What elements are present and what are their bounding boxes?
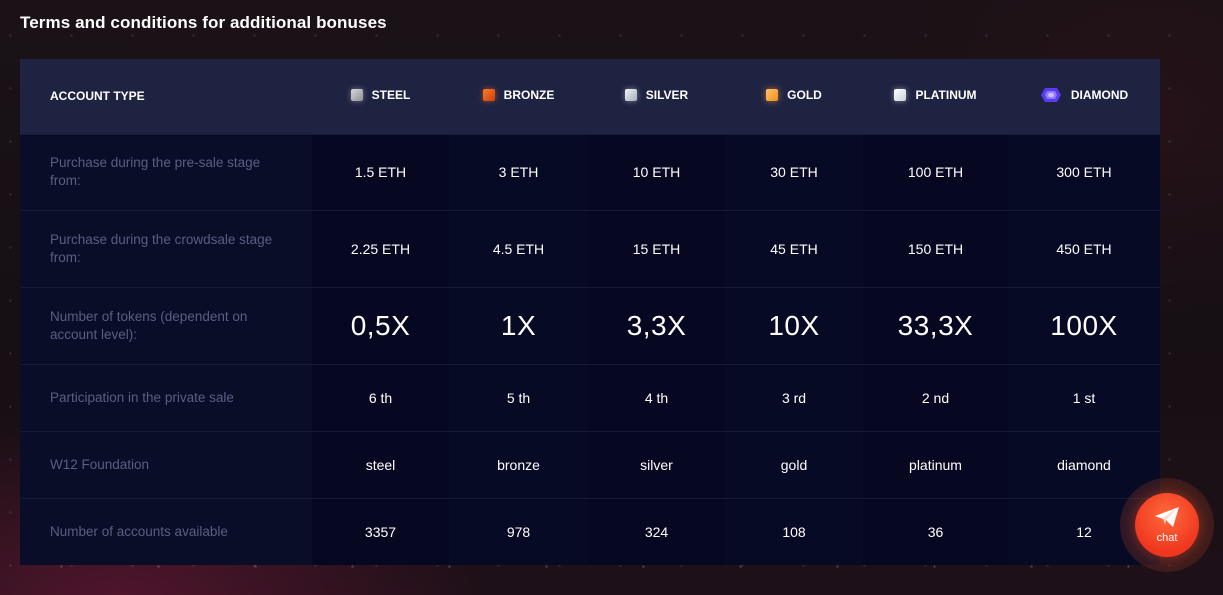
tier-header-gold: GOLD: [725, 59, 863, 134]
table-row: Number of accounts available 3357 978 32…: [20, 498, 1160, 565]
tier-header-steel: STEEL: [312, 59, 449, 134]
platinum-chip-icon: [894, 89, 907, 102]
gold-chip-icon: [766, 89, 779, 102]
tier-header-diamond: DIAMOND: [1008, 59, 1160, 134]
table-cell: 300 ETH: [1056, 164, 1112, 181]
table-cell: 4.5 ETH: [492, 240, 545, 257]
paper-plane-icon: [1154, 506, 1180, 531]
tier-header-label: BRONZE: [503, 88, 555, 103]
table-row: Number of tokens (dependent on account l…: [20, 287, 1160, 365]
row-label: W12 Foundation: [20, 431, 312, 499]
table-cell: 0,5X: [312, 287, 449, 365]
table-cell: 2.25 ETH: [312, 210, 449, 288]
table-cell: gold: [780, 457, 808, 474]
steel-chip-icon: [350, 89, 363, 102]
row-label: Participation in the private sale: [20, 364, 312, 432]
tier-header-label: STEEL: [371, 88, 411, 103]
bronze-chip-icon: [482, 89, 495, 102]
table-cell: 6 th: [312, 364, 449, 432]
table-cell: 150 ETH: [863, 210, 1008, 288]
table-cell: steel: [312, 431, 449, 499]
table-cell: 324: [588, 498, 725, 565]
table-cell: 10X: [768, 309, 820, 341]
page-title: Terms and conditions for additional bonu…: [20, 13, 387, 32]
table-row: W12 Foundation steel bronze silver gold …: [20, 431, 1160, 499]
row-label: Number of accounts available: [20, 498, 312, 565]
table-row: Purchase during the pre-sale stage from:…: [20, 134, 1160, 211]
table-cell: 4 th: [588, 364, 725, 432]
tier-header-label: GOLD: [787, 88, 822, 103]
table-cell: 10 ETH: [588, 134, 725, 211]
table-cell: 45 ETH: [770, 240, 818, 257]
table-cell: 1.5 ETH: [312, 134, 449, 211]
table-cell: 100 ETH: [863, 134, 1008, 211]
row-label: Number of tokens (dependent on account l…: [20, 287, 312, 365]
silver-chip-icon: [624, 89, 637, 102]
table-cell: 15 ETH: [588, 210, 725, 288]
chat-button[interactable]: chat: [1135, 493, 1199, 557]
table-cell: silver: [588, 431, 725, 499]
tier-header-label: SILVER: [645, 88, 689, 103]
table-cell: 108: [782, 524, 806, 541]
table-cell: 2 nd: [863, 364, 1008, 432]
tier-header-label: DIAMOND: [1070, 87, 1129, 102]
table-cell: bronze: [497, 457, 540, 474]
tier-header-platinum: PLATINUM: [863, 59, 1008, 134]
table-cell: 1X: [500, 309, 537, 341]
table-cell: 5 th: [506, 390, 531, 407]
table-cell: 3,3X: [588, 287, 725, 365]
table-cell: 3 ETH: [498, 164, 539, 181]
table-cell: 30 ETH: [770, 164, 818, 181]
account-type-header: ACCOUNT TYPE: [50, 89, 145, 104]
table-row: Purchase during the crowdsale stage from…: [20, 210, 1160, 288]
chat-label: chat: [1156, 532, 1178, 544]
table-cell: 33,3X: [863, 287, 1008, 365]
table-cell: 1 st: [1072, 390, 1096, 407]
table-header-row: ACCOUNT TYPE STEEL BRONZE SILVER GOLD PL…: [20, 59, 1160, 134]
table-cell: 3 rd: [781, 390, 807, 407]
row-label: Purchase during the pre-sale stage from:: [20, 134, 312, 211]
tier-header-silver: SILVER: [588, 59, 725, 134]
tier-header-label: PLATINUM: [915, 88, 977, 103]
table-cell: 36: [863, 498, 1008, 565]
bonus-terms-table: ACCOUNT TYPE STEEL BRONZE SILVER GOLD PL…: [20, 59, 1160, 565]
diamond-gem-icon: [1040, 87, 1062, 103]
row-label: Purchase during the crowdsale stage from…: [20, 210, 312, 288]
table-cell: 450 ETH: [1056, 240, 1112, 257]
table-cell: 100X: [1050, 309, 1118, 341]
table-row: Participation in the private sale 6 th 5…: [20, 364, 1160, 432]
tier-header-bronze: BRONZE: [449, 59, 588, 134]
table-cell: 3357: [312, 498, 449, 565]
chat-widget: chat: [1120, 478, 1214, 572]
table-cell: 978: [506, 524, 531, 541]
table-cell: platinum: [863, 431, 1008, 499]
